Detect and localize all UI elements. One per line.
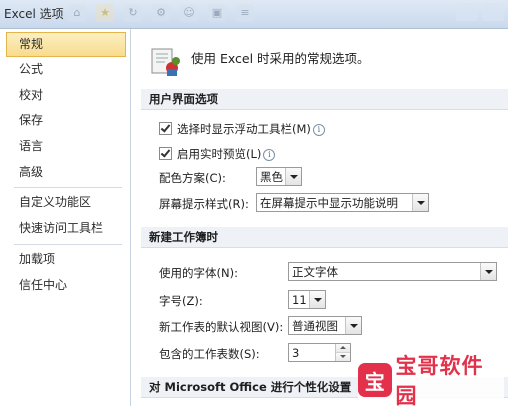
settings-icon: ⚙ — [152, 4, 170, 22]
watermark-text: 宝哥软件园 — [395, 354, 484, 408]
font-size-label: 字号(Z): — [159, 294, 203, 308]
screentip-style-value: 在屏幕提示中显示功能说明 — [260, 196, 398, 210]
info-icon[interactable]: i — [312, 124, 325, 136]
section-ui-options: 用户界面选项 — [141, 89, 508, 110]
default-font-select[interactable]: 正文字体 — [288, 262, 497, 281]
color-scheme-value: 黑色 — [260, 170, 283, 184]
info-icon[interactable]: i — [263, 149, 276, 161]
sidebar-item-advanced[interactable]: 高级 — [0, 160, 130, 186]
sidebar-item-proofing[interactable]: 校对 — [0, 83, 130, 109]
title-bar: Excel 选项 ⌂ ★ ↻ ⚙ ☺ ▣ ≡ — [0, 0, 508, 29]
default-view-label: 新工作表的默认视图(V): — [159, 320, 284, 334]
color-scheme-label: 配色方案(C): — [159, 171, 226, 185]
window-icon: ▣ — [208, 4, 226, 22]
live-preview-label: 启用实时预览(L) — [177, 147, 262, 161]
page-description: 使用 Excel 时采用的常规选项。 — [191, 51, 370, 66]
live-preview-option[interactable]: 启用实时预览(L) i — [159, 146, 276, 162]
color-scheme-select[interactable]: 黑色 — [256, 167, 302, 186]
sidebar-item-customize-ribbon[interactable]: 自定义功能区 — [0, 190, 130, 216]
window-title: Excel 选项 — [4, 7, 64, 21]
default-view-value: 普通视图 — [292, 319, 338, 333]
decrement-button[interactable] — [335, 353, 350, 361]
user-icon: ☺ — [180, 4, 198, 22]
chevron-down-icon — [345, 317, 361, 334]
star-icon: ★ — [96, 4, 114, 22]
chevron-down-icon — [480, 263, 496, 280]
default-font-value: 正文字体 — [292, 265, 338, 279]
chevron-down-icon — [309, 291, 325, 308]
general-options-icon — [151, 48, 180, 76]
section-new-workbook: 新建工作簿时 — [141, 227, 508, 248]
mini-toolbar-checkbox[interactable] — [159, 122, 172, 135]
sidebar-item-formulas[interactable]: 公式 — [0, 57, 130, 83]
increment-button[interactable] — [335, 344, 350, 353]
refresh-icon: ↻ — [124, 4, 142, 22]
chevron-down-icon — [285, 168, 301, 185]
screentip-style-label: 屏幕提示样式(R): — [159, 197, 249, 211]
sidebar-divider — [14, 187, 122, 189]
sidebar-item-trust-center[interactable]: 信任中心 — [0, 273, 130, 299]
sidebar-item-general[interactable]: 常规 — [6, 32, 126, 57]
sidebar-item-save[interactable]: 保存 — [0, 108, 130, 134]
sheet-count-label: 包含的工作表数(S): — [159, 347, 260, 361]
sheet-count-stepper[interactable]: 3 — [288, 343, 351, 362]
watermark-logo: 宝 — [358, 363, 392, 397]
sidebar-item-add-ins[interactable]: 加载项 — [0, 247, 130, 273]
sidebar-divider — [14, 243, 122, 245]
site-watermark: 宝 宝哥软件园 — [358, 354, 504, 408]
sidebar-item-quick-access-toolbar[interactable]: 快速访问工具栏 — [0, 216, 130, 242]
font-size-select[interactable]: 11 — [288, 290, 326, 309]
font-size-value: 11 — [292, 293, 307, 307]
live-preview-checkbox[interactable] — [159, 147, 172, 160]
cart-icon: ≡ — [236, 4, 254, 22]
close-button[interactable] — [482, 3, 504, 21]
screentip-style-select[interactable]: 在屏幕提示中显示功能说明 — [256, 193, 429, 212]
sheet-count-value: 3 — [292, 346, 300, 360]
default-font-label: 使用的字体(N): — [159, 266, 238, 280]
minimize-button[interactable] — [456, 3, 478, 21]
options-sidebar: 常规 公式 校对 保存 语言 高级 自定义功能区 快速访问工具栏 加载项 信任中… — [0, 29, 131, 406]
mini-toolbar-option[interactable]: 选择时显示浮动工具栏(M) i — [159, 121, 325, 137]
window-controls — [452, 3, 504, 24]
chevron-down-icon — [412, 194, 428, 211]
home-icon: ⌂ — [68, 4, 86, 22]
default-view-select[interactable]: 普通视图 — [288, 316, 362, 335]
mini-toolbar-label: 选择时显示浮动工具栏(M) — [177, 122, 311, 136]
sidebar-item-language[interactable]: 语言 — [0, 134, 130, 160]
title-bar-icons: ⌂ ★ ↻ ⚙ ☺ ▣ ≡ — [68, 4, 264, 22]
